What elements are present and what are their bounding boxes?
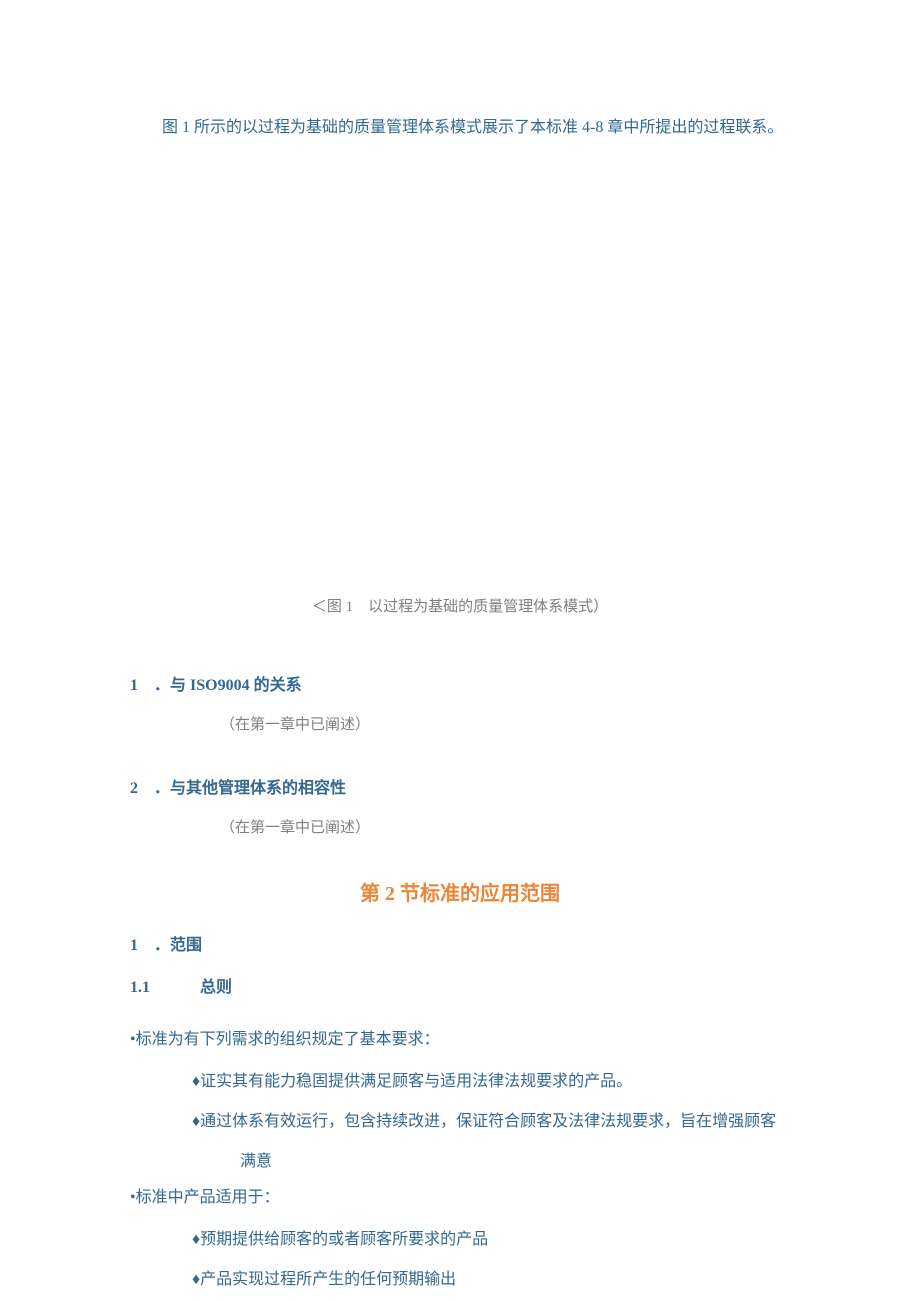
heading-text: ．与 ISO9004 的关系 [154,677,302,694]
subheading-number: 1.1 [130,979,200,997]
bullet-products: •标准中产品适用于： [130,1180,790,1217]
heading-number: 1 [130,937,142,955]
diamond-operation-cont: 满意 [240,1144,790,1181]
sub-note-1: （在第一章中已阐述） [220,713,790,734]
heading-text: ．范围 [154,937,202,954]
heading-scope: 1 ．范围 [130,931,790,955]
sub-note-2: （在第一章中已阐述） [220,816,790,837]
subheading-1-1: 1.1总则 [130,973,790,997]
bullet-requirements: •标准为有下列需求的组织规定了基本要求： [130,1022,790,1059]
section-title: 第 2 节标准的应用范围 [130,877,790,906]
figure-caption: ＜图 1 以过程为基础的质量管理体系模式） [130,595,790,616]
subheading-text: 总则 [200,979,232,996]
heading-number: 2 [130,780,142,798]
heading-other-systems: 2 ．与其他管理体系的相容性 [130,774,790,798]
heading-text: ．与其他管理体系的相容性 [154,780,346,797]
heading-number: 1 [130,677,142,695]
diamond-operation: ♦通过体系有效运行，包含持续改进，保证符合顾客及法律法规要求，旨在增强顾客 [192,1104,790,1141]
intro-paragraph: 图 1 所示的以过程为基础的质量管理体系模式展示了本标准 4-8 章中所提出的过… [130,110,790,145]
diamond-process-output: ♦产品实现过程所产生的任何预期输出 [192,1262,790,1299]
heading-iso9004: 1 ．与 ISO9004 的关系 [130,671,790,695]
diamond-capability: ♦证实其有能力稳固提供满足顾客与适用法律法规要求的产品。 [192,1064,790,1101]
diamond-expected-product: ♦预期提供给顾客的或者顾客所要求的产品 [192,1222,790,1259]
document-page: 图 1 所示的以过程为基础的质量管理体系模式展示了本标准 4-8 章中所提出的过… [0,0,920,1299]
